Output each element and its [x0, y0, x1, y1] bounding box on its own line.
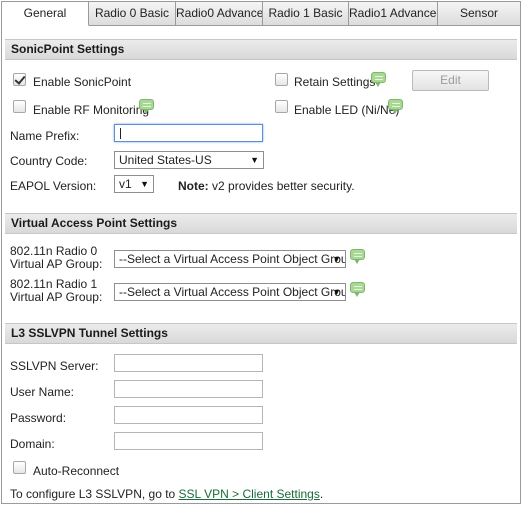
enable-rf-monitoring-label: Enable RF Monitoring [33, 103, 150, 117]
dropdown-arrow-icon: ▼ [332, 287, 341, 297]
client-settings-link[interactable]: SSL VPN > Client Settings [179, 487, 320, 501]
config-hint-text: To configure L3 SSLVPN, go to [10, 487, 179, 501]
eapol-version-select[interactable]: v1 ▼ [114, 175, 154, 193]
enable-led-checkbox[interactable] [275, 100, 288, 113]
enable-led-label: Enable LED (Ni/Ne) [294, 103, 400, 117]
section-header-vap: Virtual Access Point Settings [5, 213, 517, 234]
radio1-vap-group-select[interactable]: --Select a Virtual Access Point Object G… [114, 283, 346, 301]
help-bubble-icon[interactable] [371, 72, 386, 87]
radio0-vap-label: 802.11n Radio 0 Virtual AP Group: [10, 245, 102, 271]
sslvpn-server-label: SSLVPN Server: [10, 359, 99, 373]
domain-input[interactable] [114, 432, 263, 450]
enable-sonicpoint-checkbox[interactable] [13, 73, 26, 86]
country-code-value: United States-US [119, 153, 212, 167]
tab-radio1-advanced[interactable]: Radio1 Advanced [349, 2, 438, 26]
sslvpn-config-hint: To configure L3 SSLVPN, go to SSL VPN > … [10, 487, 323, 501]
tab-general[interactable]: General [2, 2, 89, 26]
enable-rf-monitoring-checkbox[interactable] [13, 100, 26, 113]
radio1-vap-group-value: --Select a Virtual Access Point Object G… [119, 285, 346, 299]
radio1-vap-label: 802.11n Radio 1 Virtual AP Group: [10, 278, 102, 304]
radio0-label-line2: Virtual AP Group: [10, 257, 103, 271]
section-header-sslvpn: L3 SSLVPN Tunnel Settings [5, 323, 517, 344]
sslvpn-server-input[interactable] [114, 354, 263, 372]
note-label: Note: [178, 179, 209, 193]
user-name-label: User Name: [10, 385, 75, 399]
eapol-version-label: EAPOL Version: [10, 179, 97, 193]
help-bubble-icon[interactable] [139, 99, 154, 114]
section-header-sonicpoint: SonicPoint Settings [5, 39, 517, 60]
domain-label: Domain: [10, 437, 55, 451]
auto-reconnect-label: Auto-Reconnect [33, 464, 120, 478]
tab-sensor[interactable]: Sensor [438, 2, 520, 26]
eapol-version-value: v1 [119, 177, 132, 191]
eapol-note: Note: v2 provides better security. [178, 179, 355, 193]
edit-button[interactable]: Edit [412, 70, 489, 91]
name-prefix-label: Name Prefix: [10, 129, 80, 143]
radio0-vap-group-select[interactable]: --Select a Virtual Access Point Object G… [114, 250, 346, 268]
name-prefix-input[interactable] [114, 124, 263, 142]
auto-reconnect-checkbox[interactable] [13, 461, 26, 474]
password-input[interactable] [114, 406, 263, 424]
help-bubble-icon[interactable] [350, 249, 365, 264]
help-bubble-icon[interactable] [388, 99, 403, 114]
radio0-vap-group-value: --Select a Virtual Access Point Object G… [119, 252, 346, 266]
radio1-label-line2: Virtual AP Group: [10, 290, 103, 304]
dropdown-arrow-icon: ▼ [250, 155, 259, 165]
tab-radio1-basic[interactable]: Radio 1 Basic [263, 2, 349, 26]
retain-settings-label: Retain Settings [294, 75, 376, 89]
retain-settings-checkbox[interactable] [275, 73, 288, 86]
country-code-select[interactable]: United States-US ▼ [114, 151, 264, 169]
settings-panel: General Radio 0 Basic Radio0 Advanced Ra… [1, 1, 521, 504]
dropdown-arrow-icon: ▼ [140, 179, 149, 189]
dropdown-arrow-icon: ▼ [332, 254, 341, 264]
enable-sonicpoint-label: Enable SonicPoint [33, 75, 132, 89]
password-label: Password: [10, 411, 67, 425]
help-bubble-icon[interactable] [350, 282, 365, 297]
config-hint-suffix: . [319, 487, 324, 501]
text-caret [120, 128, 121, 139]
note-text: v2 provides better security. [212, 179, 355, 193]
tab-radio0-advanced[interactable]: Radio0 Advanced [176, 2, 263, 26]
tab-radio0-basic[interactable]: Radio 0 Basic [89, 2, 176, 26]
country-code-label: Country Code: [10, 154, 88, 168]
user-name-input[interactable] [114, 380, 263, 398]
tab-bar: General Radio 0 Basic Radio0 Advanced Ra… [2, 2, 520, 26]
